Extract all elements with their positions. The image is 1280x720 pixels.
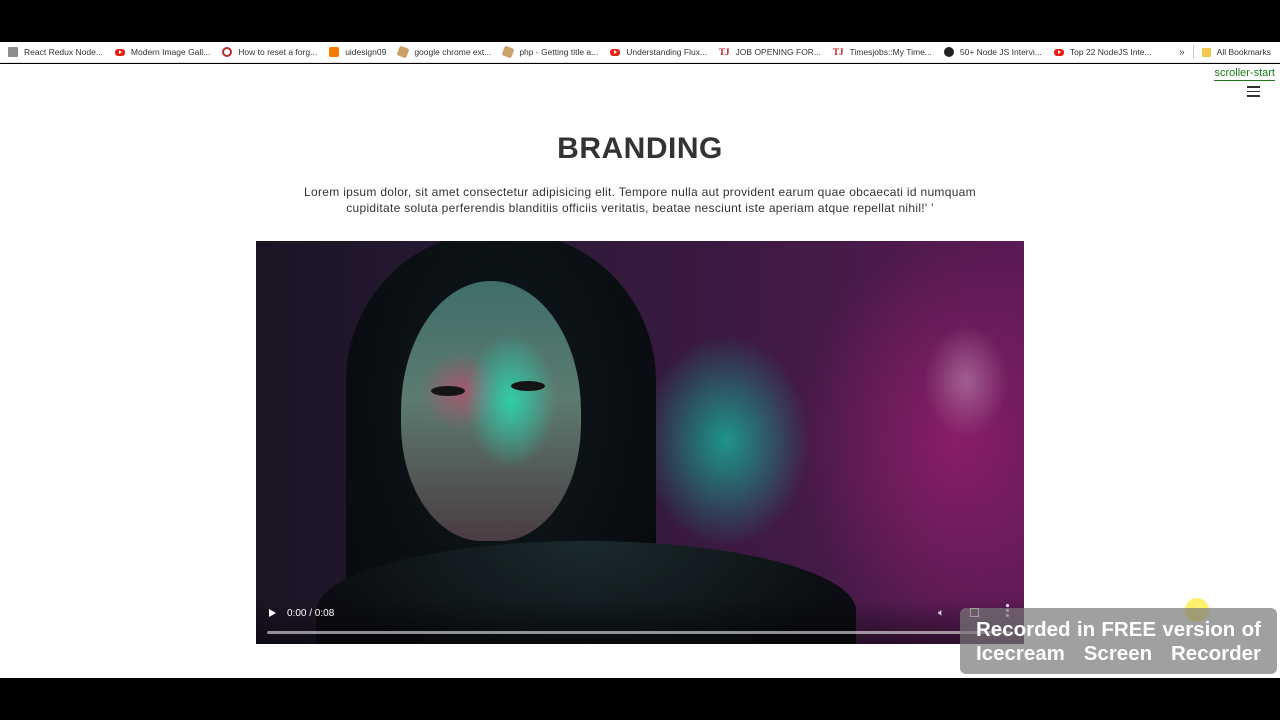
bookmark-label: Top 22 NodeJS Inte... xyxy=(1069,47,1152,57)
hand-icon xyxy=(501,45,515,59)
bookmark-item[interactable]: TJ JOB OPENING FOR... xyxy=(711,42,825,63)
blogger-icon xyxy=(329,47,340,57)
youtube-icon xyxy=(610,48,621,56)
bookmark-item[interactable]: How to reset a forg... xyxy=(214,42,321,63)
watermark-line: Recorded in FREE version of xyxy=(976,618,1261,641)
bookmark-item[interactable]: 50+ Node JS Intervi... xyxy=(936,42,1046,63)
play-icon[interactable] xyxy=(269,609,276,617)
bookmark-item[interactable]: php - Getting title a... xyxy=(495,42,602,63)
video-frame-face xyxy=(401,281,581,541)
bookmark-item[interactable]: React Redux Node... xyxy=(0,42,107,63)
youtube-icon xyxy=(1053,48,1064,56)
letterbox-bottom xyxy=(0,678,1280,720)
bookmark-item[interactable]: uidesign09 xyxy=(321,42,390,63)
intro-paragraph: Lorem ipsum dolor, sit amet consectetur … xyxy=(304,185,976,215)
hand-icon xyxy=(396,45,410,59)
page-icon xyxy=(8,47,18,57)
bookmark-label: 50+ Node JS Intervi... xyxy=(959,47,1042,57)
folder-icon xyxy=(1201,47,1211,57)
bookmark-label: JOB OPENING FOR... xyxy=(735,47,822,57)
video-progress-bar[interactable] xyxy=(267,631,1013,634)
hamburger-menu-icon[interactable] xyxy=(1247,86,1260,100)
bookmark-label: React Redux Node... xyxy=(24,47,103,57)
video-frame-eye xyxy=(431,386,465,396)
tj-icon: TJ xyxy=(719,47,730,57)
bookmark-item[interactable]: TJ Timesjobs::My Time... xyxy=(825,42,936,63)
quora-icon xyxy=(222,47,233,57)
volume-icon[interactable]: 🔈︎ xyxy=(938,607,945,620)
youtube-icon xyxy=(114,48,125,56)
bookmark-item[interactable]: google chrome ext... xyxy=(390,42,495,63)
bookmarks-bar: React Redux Node... Modern Image Gall...… xyxy=(0,42,1280,63)
bookmark-label: php - Getting title a... xyxy=(519,47,599,57)
page-content: scroller-start BRANDING Lorem ipsum dolo… xyxy=(0,64,1280,678)
tj-icon: TJ xyxy=(833,47,844,57)
bookmark-label: google chrome ext... xyxy=(414,47,492,57)
video-controls: 0:00 / 0:08 🔈︎ xyxy=(256,599,1024,644)
page-title: BRANDING xyxy=(557,132,723,165)
recorder-watermark: Recorded in FREE version of Icecream Scr… xyxy=(960,608,1277,674)
all-bookmarks-label: All Bookmarks xyxy=(1216,47,1271,57)
scroller-start-label: scroller-start xyxy=(1214,67,1275,81)
bookmark-label: Understanding Flux... xyxy=(626,47,708,57)
video-frame-eye xyxy=(511,381,545,391)
bookmark-label: Modern Image Gall... xyxy=(130,47,211,57)
video-time-display: 0:00 / 0:08 xyxy=(287,608,335,619)
bookmark-item[interactable]: Top 22 NodeJS Inte... xyxy=(1046,42,1156,63)
bookmark-label: How to reset a forg... xyxy=(238,47,318,57)
github-icon xyxy=(943,47,954,57)
letterbox-top xyxy=(0,0,1280,42)
video-player[interactable]: 0:00 / 0:08 🔈︎ xyxy=(256,241,1024,644)
bookmark-item[interactable]: Modern Image Gall... xyxy=(107,42,214,63)
bookmark-label: Timesjobs::My Time... xyxy=(849,47,932,57)
watermark-line: Icecream Screen Recorder xyxy=(976,642,1261,665)
bookmarks-overflow-button[interactable]: » xyxy=(1171,47,1193,58)
bookmark-item[interactable]: Understanding Flux... xyxy=(602,42,711,63)
bookmark-label: uidesign09 xyxy=(345,47,387,57)
all-bookmarks-button[interactable]: All Bookmarks xyxy=(1194,47,1280,57)
